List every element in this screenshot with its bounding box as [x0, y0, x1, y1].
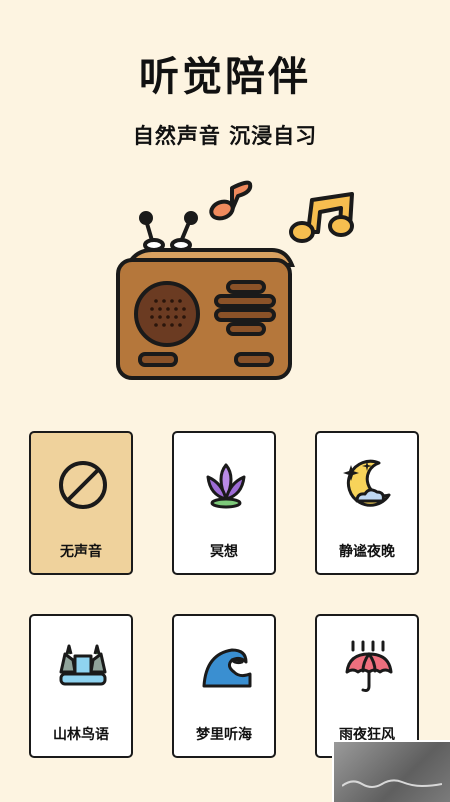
mute-icon — [59, 461, 107, 509]
music-notes-icon — [289, 192, 354, 243]
moon-icon — [343, 459, 391, 507]
sound-card-dream-sea[interactable]: 梦里听海 — [172, 614, 276, 758]
antenna-icon — [139, 211, 198, 252]
radio-icon — [116, 248, 295, 380]
lotus-icon — [206, 463, 246, 509]
page-subtitle: 自然声音 沉浸自习 — [132, 124, 318, 148]
card-label: 静谧夜晚 — [339, 544, 395, 560]
card-label: 冥想 — [210, 544, 238, 560]
page-title: 听觉陪伴 — [139, 54, 311, 100]
preview-thumbnail[interactable] — [332, 740, 450, 802]
sound-card-mute[interactable]: 无声音 — [29, 431, 133, 575]
card-label: 无声音 — [60, 544, 102, 560]
wave-icon — [202, 648, 252, 688]
card-label: 梦里听海 — [196, 727, 252, 743]
sound-card-forest-birds[interactable]: 山林鸟语 — [29, 614, 133, 758]
radio-illustration — [116, 180, 354, 380]
music-note-icon — [209, 180, 253, 221]
waterfall-icon — [59, 644, 107, 686]
waveform-icon — [342, 779, 442, 788]
rain-umbrella-icon — [345, 640, 393, 692]
sound-card-meditation[interactable]: 冥想 — [172, 431, 276, 575]
sound-card-quiet-night[interactable]: 静谧夜晚 — [315, 431, 419, 575]
sound-card-rainy-wind[interactable]: 雨夜狂风 — [315, 614, 419, 758]
card-label: 山林鸟语 — [53, 727, 109, 743]
